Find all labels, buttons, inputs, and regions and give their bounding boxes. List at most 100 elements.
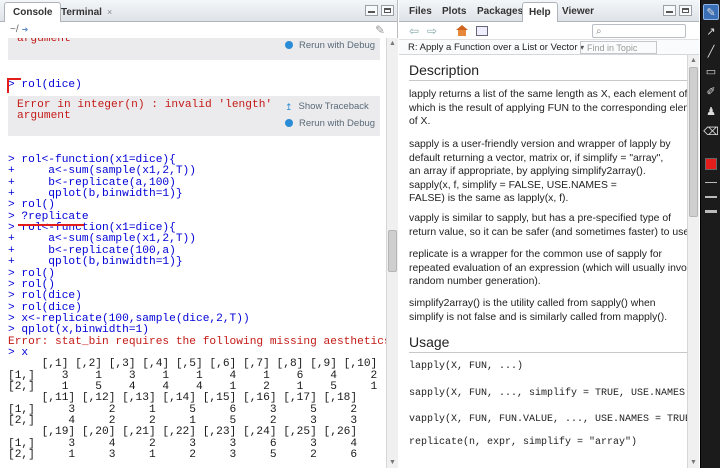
help-paragraph: lapply returns a list of the same length… — [409, 88, 687, 129]
show-traceback-label: Show Traceback — [298, 101, 369, 112]
help-text-line: sapply(x, f, simplify = FALSE, USE.NAMES… — [409, 179, 617, 191]
arrow-icon[interactable]: ↗ — [703, 24, 719, 40]
console-line: [,1] [,2] [,3] [,4] [,5] [,6] [,7] [,8] … — [8, 358, 378, 371]
text-icon[interactable]: ✐ — [703, 84, 719, 100]
help-text-line: random number generation). — [409, 276, 541, 288]
help-text-line: default returning a vector, matrix or, i… — [409, 152, 664, 164]
console-tabbar: Console Terminal × — [0, 0, 397, 23]
help-search-input[interactable]: ⌕ — [592, 24, 686, 38]
color-swatch[interactable] — [705, 158, 717, 170]
line-width-option[interactable] — [705, 196, 717, 198]
print-icon[interactable] — [476, 26, 488, 36]
debug-icon — [285, 41, 293, 49]
home-icon[interactable] — [456, 25, 468, 36]
forward-arrow-icon[interactable]: ⇨ — [427, 24, 437, 38]
help-text-line: lapply returns a list of the same length… — [409, 89, 687, 100]
divider — [409, 352, 687, 353]
go-to-directory-icon[interactable]: ➜ — [22, 25, 29, 34]
console-line: [2,] 1 3 1 2 3 5 2 6 — [8, 449, 358, 462]
rerun-debug-label: Rerun with Debug — [299, 118, 376, 129]
help-pane: Files Plots Packages Help Viewer ⇦ ⇨ ⌕ R… — [399, 0, 699, 468]
help-paragraph: sapply is a user-friendly version and wr… — [409, 138, 687, 206]
scroll-up-icon[interactable]: ▲ — [688, 55, 699, 66]
help-text-line: simplify2array() is the utility called f… — [409, 298, 656, 309]
maximize-button[interactable] — [381, 5, 394, 16]
show-traceback-link[interactable]: ↥ Show Traceback — [285, 101, 369, 113]
error-text: argument — [17, 38, 71, 45]
minimize-button[interactable] — [663, 5, 676, 16]
pen-icon[interactable]: ✎ — [703, 4, 719, 20]
console-line: > rol(dice) — [8, 79, 82, 91]
tab-plots[interactable]: Plots — [436, 2, 472, 22]
console-line: [,19] [,20] [,21] [,22] [,23] [,24] [,25… — [8, 426, 358, 439]
topic-dropdown[interactable]: R: Apply a Function over a List or Vecto… — [408, 42, 584, 53]
rerun-debug-label: Rerun with Debug — [299, 40, 376, 51]
tab-packages[interactable]: Packages — [471, 2, 529, 22]
divider — [409, 80, 687, 81]
help-paragraph: replicate is a wrapper for the common us… — [409, 248, 687, 289]
find-in-topic-placeholder: Find in Topic — [587, 43, 638, 53]
help-tabbar: Files Plots Packages Help Viewer — [399, 0, 699, 23]
back-arrow-icon[interactable]: ⇦ — [409, 24, 419, 38]
line-icon[interactable]: ╱ — [703, 44, 719, 60]
help-text-line: return value, so it can be safer (and so… — [409, 226, 687, 238]
console-line: > rol() — [8, 199, 55, 212]
help-scrollbar[interactable]: ▲ ▼ — [687, 55, 699, 468]
usage-line: replicate(n, expr, simplify = "array") — [409, 437, 638, 448]
topic-title: R: Apply a Function over a List or Vecto… — [408, 42, 578, 53]
scrollbar-thumb[interactable] — [388, 230, 397, 272]
usage-line: vapply(X, FUN, FUN.VALUE, ..., USE.NAMES… — [409, 414, 687, 425]
help-text-line: sapply is a user-friendly version and wr… — [409, 139, 671, 150]
line-width-option[interactable] — [705, 210, 717, 213]
stamp-icon[interactable]: ♟ — [703, 104, 719, 120]
eraser-icon[interactable]: ⌫ — [703, 124, 719, 140]
debug-icon — [285, 119, 293, 127]
tab-terminal-label: Terminal — [61, 7, 102, 18]
working-directory-path: ~/ — [10, 24, 19, 35]
tab-viewer[interactable]: Viewer — [556, 2, 600, 22]
help-text-line: vapply is similar to sapply, but has a p… — [409, 213, 672, 224]
console-output[interactable]: argument Rerun with Debug > rol(dice) Er… — [0, 38, 386, 468]
annotation-mark — [7, 78, 21, 80]
tab-help[interactable]: Help — [522, 2, 558, 23]
scrollbar-thumb[interactable] — [689, 67, 698, 217]
minimize-button[interactable] — [365, 5, 378, 16]
rerun-debug-link[interactable]: Rerun with Debug — [285, 118, 375, 129]
annotation-mark — [7, 78, 9, 93]
shape-icon[interactable]: ▭ — [703, 64, 719, 80]
help-paragraph: simplify2array() is the utility called f… — [409, 297, 687, 324]
traceback-icon: ↥ — [285, 102, 293, 112]
rerun-debug-link[interactable]: Rerun with Debug — [285, 40, 375, 51]
error-box-top: argument Rerun with Debug — [8, 38, 380, 60]
tab-terminal[interactable]: Terminal × — [52, 2, 121, 22]
help-text-line: FALSE) is the same as lapply(x, f). — [409, 193, 569, 205]
console-scrollbar[interactable]: ▲ ▼ — [386, 38, 398, 468]
console-line: > rol(dice) — [8, 290, 82, 303]
topic-bar: R: Apply a Function over a List or Vecto… — [399, 40, 699, 55]
help-content: Description lapply returns a list of the… — [399, 55, 687, 468]
annotation-underline — [18, 224, 84, 226]
find-in-topic-input[interactable]: Find in Topic — [580, 41, 657, 54]
working-directory: ~/➜ — [0, 22, 397, 38]
help-text-line: which is the result of applying FUN to t… — [409, 102, 687, 114]
scroll-down-icon[interactable]: ▼ — [688, 457, 699, 468]
usage-line: sapply(X, FUN, ..., simplify = TRUE, USE… — [409, 388, 687, 399]
scroll-up-icon[interactable]: ▲ — [387, 38, 398, 49]
maximize-button[interactable] — [679, 5, 692, 16]
tab-console-label: Console — [13, 7, 53, 18]
console-line: + qplot(b,binwidth=1)} — [8, 256, 183, 269]
line-width-option[interactable] — [705, 182, 717, 183]
console-line: + a<-sum(sample(x1,2,T)) — [8, 165, 196, 178]
console-line: Error: stat_bin requires the following m… — [8, 335, 386, 348]
clear-console-icon[interactable]: ✎ — [375, 24, 389, 36]
help-text-line: simplify is not false and is similarly c… — [409, 311, 668, 323]
error-text: argument — [17, 110, 71, 122]
close-icon[interactable]: × — [107, 7, 112, 17]
help-toolbar: ⇦ ⇨ ⌕ — [399, 22, 699, 40]
console-line: > qplot(x,binwidth=1) — [8, 324, 149, 337]
usage-line: lapply(X, FUN, ...) — [409, 361, 524, 372]
help-paragraph: vapply is similar to sapply, but has a p… — [409, 212, 687, 239]
tab-files[interactable]: Files — [403, 2, 438, 22]
console-line: [,11] [,12] [,13] [,14] [,15] [,16] [,17… — [8, 392, 358, 405]
scroll-down-icon[interactable]: ▼ — [387, 457, 398, 468]
